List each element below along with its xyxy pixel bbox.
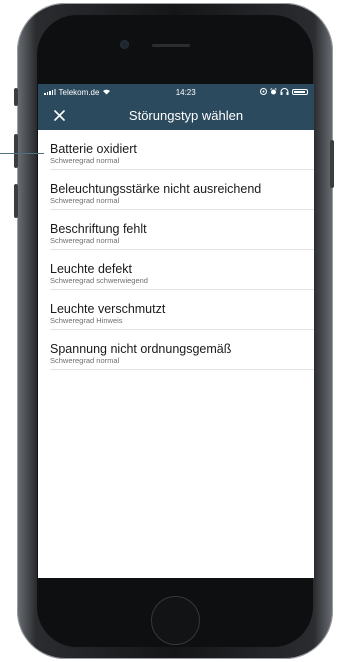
close-icon[interactable] xyxy=(49,105,69,125)
item-title: Spannung nicht ordnungsgemäß xyxy=(50,342,232,356)
wifi-icon xyxy=(102,88,111,97)
item-title: Leuchte defekt xyxy=(50,262,133,276)
power-button xyxy=(330,140,334,188)
item-severity: Schweregrad Hinweis xyxy=(50,316,123,325)
status-bar: Telekom.de 14:23 xyxy=(38,84,314,100)
item-severity: Schweregrad normal xyxy=(50,196,120,205)
volume-up-button xyxy=(14,134,18,168)
carrier-label: Telekom.de xyxy=(58,87,100,97)
status-time: 14:23 xyxy=(175,87,196,97)
home-button[interactable] xyxy=(151,596,200,645)
item-title: Batterie oxidiert xyxy=(50,142,137,156)
mute-switch xyxy=(14,88,18,106)
phone-screen: Telekom.de 14:23 Störungstyp wählen Batt… xyxy=(38,84,314,578)
item-title: Leuchte verschmutzt xyxy=(50,302,166,316)
list-item[interactable]: Beleuchtungsstärke nicht ausreichend Sch… xyxy=(50,170,314,210)
item-severity: Schweregrad normal xyxy=(50,356,120,365)
callout-line xyxy=(0,153,44,154)
list-item[interactable]: Beschriftung fehlt Schweregrad normal xyxy=(50,210,314,250)
list-item[interactable]: Leuchte defekt Schweregrad schwerwiegend xyxy=(50,250,314,290)
item-severity: Schweregrad normal xyxy=(50,236,120,245)
volume-down-button xyxy=(14,184,18,218)
alarm-icon xyxy=(270,87,277,97)
list-item[interactable]: Leuchte verschmutzt Schweregrad Hinweis xyxy=(50,290,314,330)
front-camera xyxy=(121,41,128,48)
list-item[interactable]: Spannung nicht ordnungsgemäß Schweregrad… xyxy=(50,330,314,370)
signal-icon xyxy=(44,89,56,95)
list-item[interactable]: Batterie oxidiert Schweregrad normal xyxy=(50,130,314,170)
item-severity: Schweregrad schwerwiegend xyxy=(50,276,148,285)
item-title: Beleuchtungsstärke nicht ausreichend xyxy=(50,182,262,196)
earpiece-speaker xyxy=(152,44,190,47)
battery-icon xyxy=(291,89,308,95)
location-icon xyxy=(259,87,267,97)
item-title: Beschriftung fehlt xyxy=(50,222,147,236)
nav-bar: Störungstyp wählen xyxy=(38,100,314,130)
headphones-icon xyxy=(280,87,289,97)
fault-type-list: Batterie oxidiert Schweregrad normal Bel… xyxy=(38,130,314,370)
item-severity: Schweregrad normal xyxy=(50,156,120,165)
page-title: Störungstyp wählen xyxy=(128,107,244,123)
